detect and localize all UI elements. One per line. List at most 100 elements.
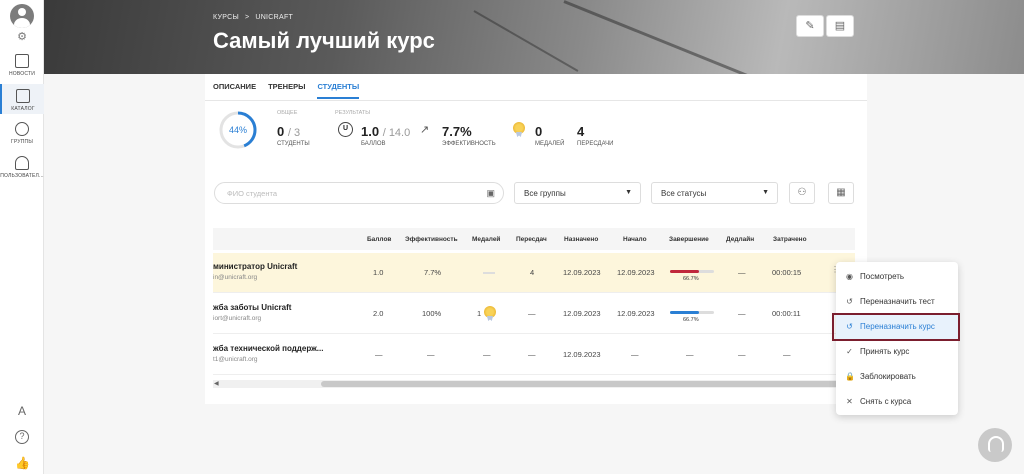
completion-label: 66.7% [683,276,699,282]
student-email: t1@unicraft.org [213,356,258,363]
student-name: жба заботы Unicraft [213,303,292,312]
close-icon: ✕ [846,397,853,406]
cell-medals: — [483,350,491,359]
groups-select[interactable]: Все группы ▼ [514,182,641,204]
efficiency-label: ЭФФЕКТИВНОСТЬ [442,141,496,147]
tab-bar: ОПИСАНИЕ ТРЕНЕРЫ СТУДЕНТЫ [213,82,360,99]
chevron-down-icon: ▼ [762,189,769,196]
search-input[interactable]: ФИО студента [227,189,277,198]
users-icon [15,156,29,170]
sidebar-item-label: ГРУППЫ [11,139,33,145]
cell-efficiency: — [427,350,435,359]
tab-description[interactable]: ОПИСАНИЕ [213,82,256,99]
left-sidebar: ⚙ НОВОСТИ КАТАЛОГ ГРУППЫ ПОЛЬЗОВАТЕЛ... … [0,0,44,474]
col-efficiency[interactable]: Эффективность [405,236,458,243]
menu-item-label: Заблокировать [860,372,916,381]
tab-divider [205,100,867,101]
breadcrumb: КУРСЫ > UNICRAFT [213,14,293,21]
col-deadline[interactable]: Дедлайн [726,236,754,243]
breadcrumb-unicraft[interactable]: UNICRAFT [255,14,293,21]
completion-bar [670,311,714,314]
status-select[interactable]: Все статусы ▼ [651,182,778,204]
students-count: 0 / 3 [277,124,300,139]
table-row[interactable]: министратор Unicraft in@unicraft.org 1.0… [213,253,855,293]
sidebar-item-groups[interactable]: ГРУППЫ [0,122,44,145]
retakes-label: ПЕРЕСДАЧИ [577,141,614,147]
support-chat-button[interactable] [978,428,1012,462]
groups-select-value: Все группы [524,189,566,198]
cell-start: 12.09.2023 [617,268,655,277]
menu-item-view[interactable]: ◉ Посмотреть [836,264,958,289]
menu-item-accept-course[interactable]: ✓ Принять курс [836,339,958,364]
scroll-left-icon[interactable]: ◀ [214,380,219,387]
completion-bar [670,270,714,273]
cell-spent: — [783,350,791,359]
col-start[interactable]: Начало [623,236,647,243]
sidebar-item-news[interactable]: НОВОСТИ [0,54,44,77]
clipboard-icon: ▤ [834,20,846,32]
col-retakes[interactable]: Пересдач [516,236,547,243]
points-value: 1.0 [361,124,380,139]
pencil-icon: ✎ [805,20,815,32]
page-title: Самый лучший курс [213,28,435,53]
check-icon: ✓ [846,347,853,356]
menu-item-block[interactable]: 🔒 Заблокировать [836,364,958,389]
cell-spent: 00:00:11 [772,309,801,318]
col-completion[interactable]: Завершение [669,236,709,243]
scrollbar-thumb[interactable] [321,381,853,387]
menu-item-remove-from-course[interactable]: ✕ Снять с курса [836,389,958,414]
lock-icon: 🔒 [845,372,855,381]
cell-start: 12.09.2023 [617,309,655,318]
horizontal-scrollbar[interactable]: ◀ [213,380,855,388]
cell-start: — [631,350,639,359]
reassign-icon: ↺ [846,297,853,306]
table-row[interactable]: жба заботы Unicraft iort@unicraft.org 2.… [213,294,855,334]
gear-icon[interactable]: ⚙ [14,30,30,44]
excel-icon: ▦ [836,187,846,198]
cell-points: — [375,350,383,359]
students-label: СТУДЕНТЫ [277,141,310,147]
avatar[interactable] [10,4,34,28]
table-header: Баллов Эффективность Медалей Пересдач На… [213,228,855,250]
chevron-down-icon: ▼ [625,189,632,196]
export-button[interactable]: ▦ [828,182,854,204]
general-caption: ОБЩЕЕ [277,110,298,116]
medals-value: 0 [535,124,543,139]
add-user-button[interactable]: ⚇ [789,182,815,204]
sidebar-item-catalog[interactable]: КАТАЛОГ [0,84,44,114]
help-icon[interactable]: ? [15,430,29,444]
col-assigned[interactable]: Назначено [564,236,598,243]
efficiency-icon: ↗ [420,124,430,136]
cell-efficiency: 100% [422,309,442,318]
breadcrumb-courses[interactable]: КУРСЫ [213,14,239,21]
menu-item-label: Переназначить тест [860,297,935,306]
cell-spent: 00:00:15 [772,268,802,277]
copy-button[interactable]: ▤ [826,15,854,37]
cell-efficiency: 7.7% [424,268,442,277]
sidebar-item-label: КАТАЛОГ [11,106,35,112]
tab-trainers[interactable]: ТРЕНЕРЫ [268,82,305,99]
catalog-icon [16,89,30,103]
cell-deadline: — [738,350,746,359]
edit-button[interactable]: ✎ [796,15,824,37]
tab-students[interactable]: СТУДЕНТЫ [317,82,360,99]
sidebar-item-users[interactable]: ПОЛЬЗОВАТЕЛ... [0,156,44,179]
cell-retakes: — [528,350,536,359]
cell-retakes: 4 [530,268,535,277]
thumbs-up-icon[interactable]: 👍 [15,456,30,470]
table-row[interactable]: жба технической поддерж... t1@unicraft.o… [213,335,855,375]
col-medals[interactable]: Медалей [472,236,500,243]
cell-assigned: 12.09.2023 [563,268,601,277]
progress-percent: 44% [228,125,247,135]
student-search[interactable]: ФИО студента ▣ [214,182,504,204]
translate-icon[interactable]: A [15,404,29,418]
student-name: жба технической поддерж... [213,344,324,353]
course-banner [44,0,1024,93]
cell-points: 2.0 [373,309,384,318]
points-total: / 14.0 [382,127,411,139]
col-points[interactable]: Баллов [367,236,391,243]
menu-item-reassign-test[interactable]: ↺ Переназначить тест [836,289,958,314]
medals-label: МЕДАЛЕЙ [535,141,565,147]
col-spent[interactable]: Затрачено [773,236,807,243]
completion-label: 66.7% [683,317,699,323]
